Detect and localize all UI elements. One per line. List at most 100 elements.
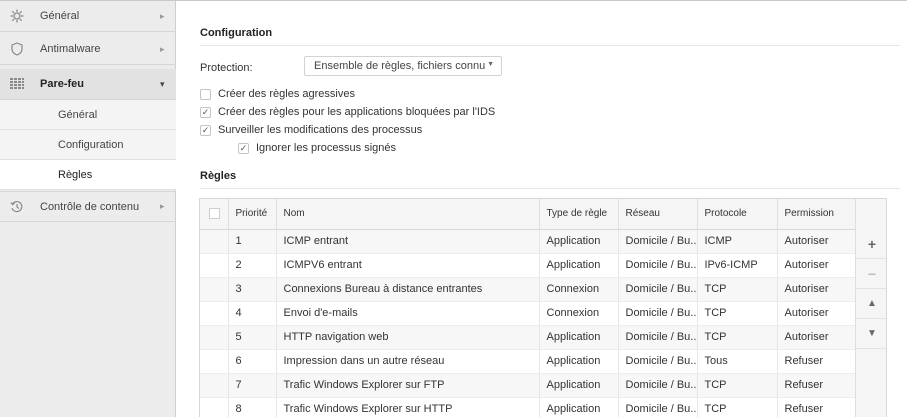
table-row[interactable]: 2 ICMPV6 entrant Application Domicile / … — [200, 253, 856, 278]
sidebar: Général ▸ Antimalware ▸ Pare-feu ▾ Génér… — [0, 1, 177, 417]
cell-rule-type: Connexion — [539, 277, 619, 302]
history-icon — [0, 200, 34, 214]
option-label: Créer des règles agressives — [218, 88, 355, 100]
option-monitor-processes[interactable]: ✓ Surveiller les modifications des proce… — [200, 124, 422, 136]
column-header-network[interactable]: Réseau — [618, 199, 698, 230]
sidebar-item-label: Pare-feu — [40, 78, 85, 90]
option-label: Surveiller les modifications des process… — [218, 124, 423, 136]
cell-permission: Autoriser — [777, 277, 856, 302]
table-row[interactable]: 7 Trafic Windows Explorer sur FTP Applic… — [200, 373, 856, 398]
cell-protocol: TCP — [697, 277, 778, 302]
table-row[interactable]: 3 Connexions Bureau à distance entrantes… — [200, 277, 856, 302]
row-select-cell[interactable] — [200, 397, 229, 417]
checkbox[interactable]: ✓ — [200, 124, 211, 136]
row-select-cell[interactable] — [200, 253, 229, 278]
cell-priority: 4 — [228, 301, 277, 326]
cell-protocol: TCP — [697, 301, 778, 326]
sidebar-item-label: Contrôle de contenu — [40, 200, 140, 213]
divider — [200, 188, 900, 189]
cell-rule-type: Application — [539, 229, 619, 254]
add-rule-button[interactable]: + — [856, 229, 886, 259]
checkbox[interactable]: ✓ — [238, 142, 249, 154]
firewall-submenu: Général Configuration Règles — [0, 100, 177, 190]
cell-priority: 7 — [228, 373, 277, 398]
cell-permission: Autoriser — [777, 229, 856, 254]
cell-priority: 3 — [228, 277, 277, 302]
cell-permission: Autoriser — [777, 301, 856, 326]
chevron-down-icon: ▼ — [487, 61, 494, 68]
option-label: Ignorer les processus signés — [256, 142, 397, 154]
submenu-item-general[interactable]: Général — [0, 100, 176, 130]
cell-name: Trafic Windows Explorer sur FTP — [276, 373, 540, 398]
table-row[interactable]: 4 Envoi d'e-mails Connexion Domicile / B… — [200, 301, 856, 326]
rules-title: Règles — [200, 170, 237, 182]
cell-network: Domicile / Bu... — [618, 325, 698, 350]
table-row[interactable]: 6 Impression dans un autre réseau Applic… — [200, 349, 856, 374]
column-header-protocol[interactable]: Protocole — [697, 199, 778, 230]
checkbox[interactable] — [200, 88, 211, 100]
cell-rule-type: Application — [539, 325, 619, 350]
option-ignore-signed[interactable]: ✓ Ignorer les processus signés — [238, 142, 396, 154]
cell-priority: 2 — [228, 253, 277, 278]
cell-permission: Autoriser — [777, 325, 856, 350]
cell-rule-type: Application — [539, 349, 619, 374]
row-select-cell[interactable] — [200, 301, 229, 326]
cell-permission: Refuser — [777, 397, 856, 417]
cell-network: Domicile / Bu... — [618, 253, 698, 278]
move-up-button[interactable]: ▲ — [856, 289, 886, 319]
table-row[interactable]: 1 ICMP entrant Application Domicile / Bu… — [200, 229, 856, 254]
row-select-cell[interactable] — [200, 325, 229, 350]
submenu-item-configuration[interactable]: Configuration — [0, 130, 176, 160]
move-down-button[interactable]: ▼ — [856, 319, 886, 349]
column-header-name[interactable]: Nom — [276, 199, 540, 230]
remove-rule-button[interactable]: − — [856, 259, 886, 289]
cell-priority: 5 — [228, 325, 277, 350]
option-ids-rules[interactable]: ✓ Créer des règles pour les applications… — [200, 106, 495, 118]
chevron-down-icon: ▾ — [160, 78, 165, 89]
option-aggressive-rules[interactable]: Créer des règles agressives — [200, 88, 355, 100]
chevron-right-icon: ▸ — [160, 201, 165, 211]
cell-name: HTTP navigation web — [276, 325, 540, 350]
sidebar-item-general[interactable]: Général ▸ — [0, 1, 176, 32]
cell-rule-type: Application — [539, 397, 619, 417]
protection-select[interactable]: Ensemble de règles, fichiers connu ▼ — [304, 56, 502, 76]
column-header-priority[interactable]: Priorité — [228, 199, 277, 230]
select-all-checkbox[interactable] — [209, 208, 220, 220]
sidebar-item-content-control[interactable]: Contrôle de contenu ▸ — [0, 191, 176, 222]
shield-icon — [0, 42, 34, 56]
sidebar-item-label: Antimalware — [40, 43, 101, 55]
checkbox[interactable]: ✓ — [200, 106, 211, 118]
sidebar-item-antimalware[interactable]: Antimalware ▸ — [0, 34, 176, 65]
plus-icon: + — [867, 235, 877, 252]
column-header-permission[interactable]: Permission — [777, 199, 856, 230]
sidebar-item-label: Général — [40, 10, 80, 22]
cell-priority: 8 — [228, 397, 277, 417]
firewall-icon — [0, 78, 34, 90]
submenu-item-rules[interactable]: Règles — [0, 160, 177, 190]
row-select-cell[interactable] — [200, 349, 229, 374]
cell-rule-type: Connexion — [539, 301, 619, 326]
cell-network: Domicile / Bu... — [618, 229, 698, 254]
cell-name: Trafic Windows Explorer sur HTTP — [276, 397, 540, 417]
chevron-right-icon: ▸ — [160, 10, 165, 21]
cell-protocol: TCP — [697, 325, 778, 350]
column-header-rule-type[interactable]: Type de règle — [539, 199, 619, 230]
row-select-cell[interactable] — [200, 373, 229, 398]
cell-name: ICMP entrant — [276, 229, 540, 254]
cell-permission: Autoriser — [777, 253, 856, 278]
protection-select-value: Ensemble de règles, fichiers connu — [314, 60, 486, 72]
rules-table: Priorité Nom Type de règle Réseau Protoc… — [199, 198, 887, 417]
row-select-cell[interactable] — [200, 229, 229, 254]
cell-name: ICMPV6 entrant — [276, 253, 540, 278]
select-all-cell[interactable] — [200, 199, 229, 230]
divider — [200, 45, 900, 46]
cell-protocol: TCP — [697, 373, 778, 398]
table-row[interactable]: 8 Trafic Windows Explorer sur HTTP Appli… — [200, 397, 856, 417]
sidebar-item-firewall[interactable]: Pare-feu ▾ — [0, 69, 176, 100]
cell-network: Domicile / Bu... — [618, 397, 698, 417]
table-row[interactable]: 5 HTTP navigation web Application Domici… — [200, 325, 856, 350]
cell-protocol: TCP — [697, 397, 778, 417]
row-select-cell[interactable] — [200, 277, 229, 302]
option-label: Créer des règles pour les applications b… — [218, 106, 496, 118]
app-window: Général ▸ Antimalware ▸ Pare-feu ▾ Génér… — [0, 0, 907, 417]
